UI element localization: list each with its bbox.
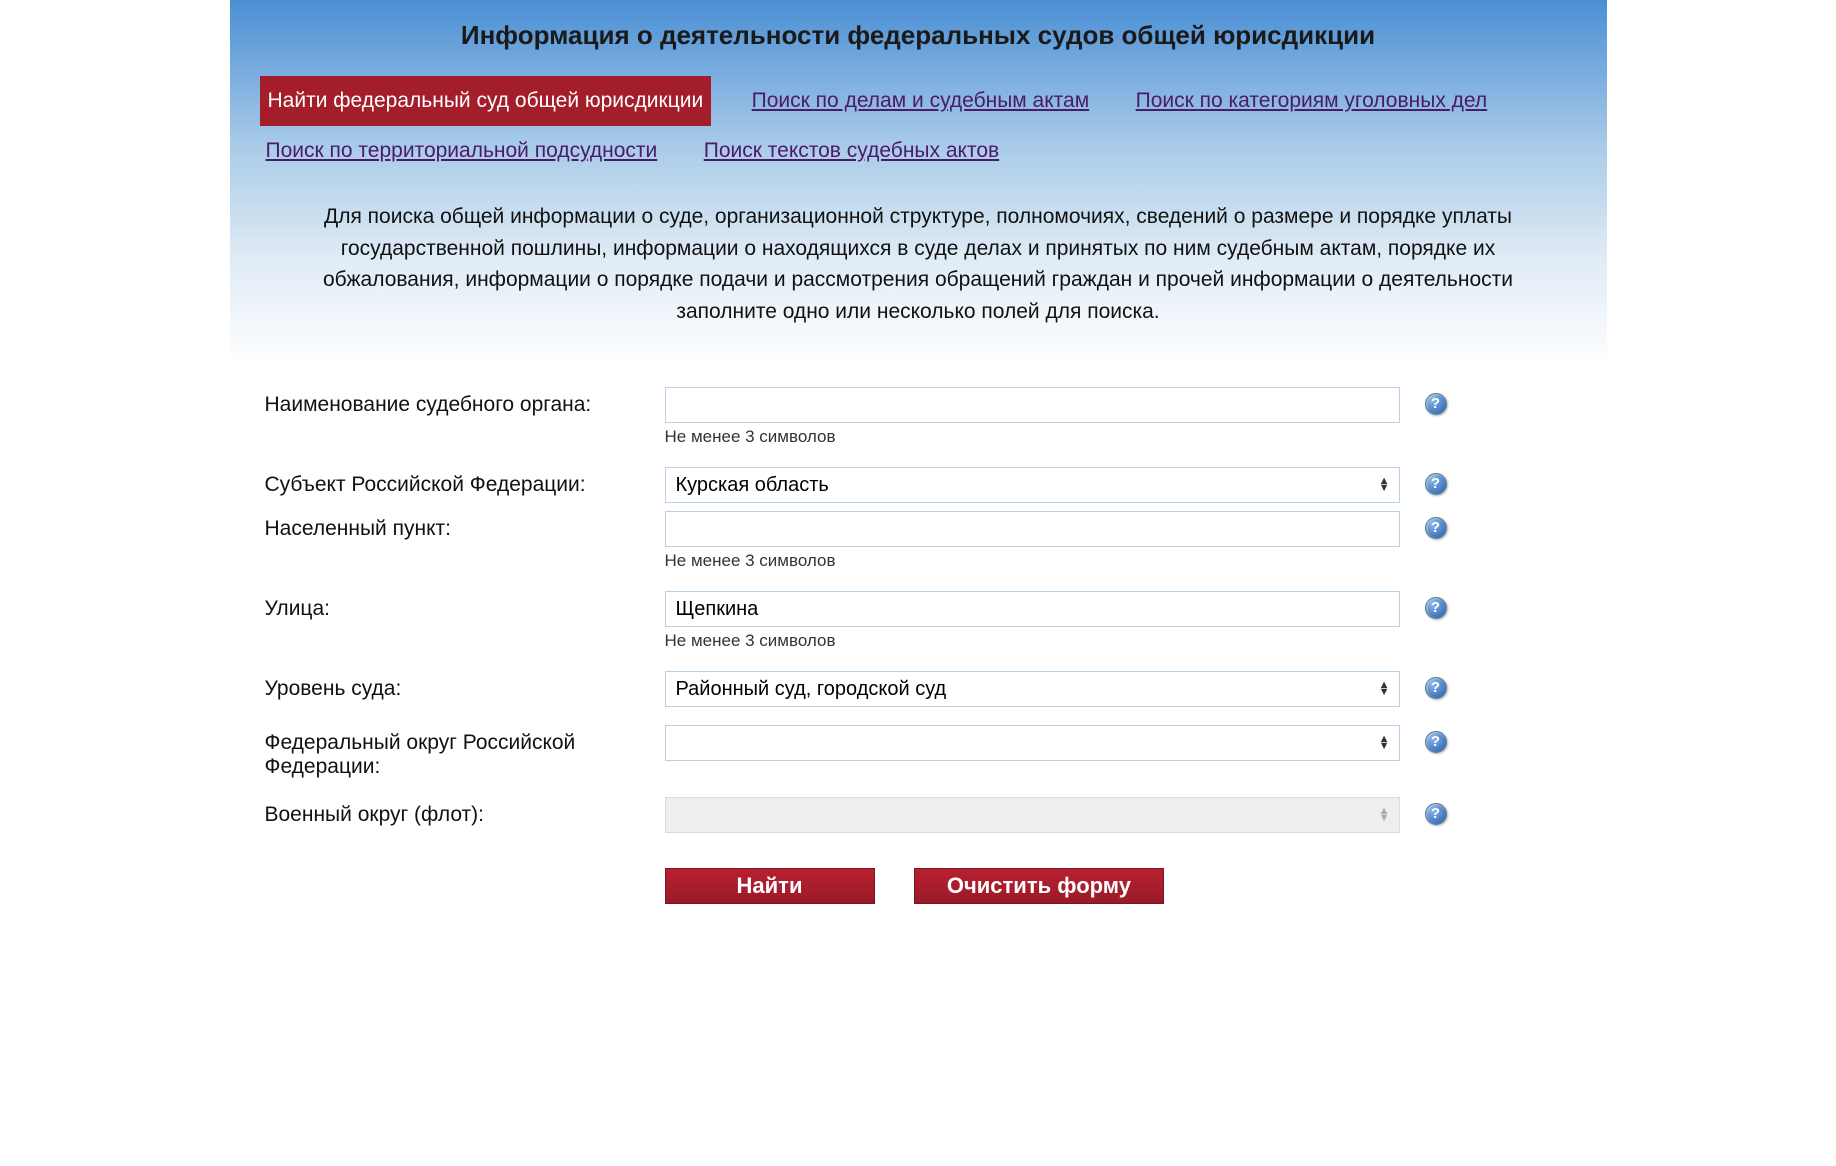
- select-military-district: [665, 797, 1400, 833]
- header-area: Информация о деятельности федеральных су…: [230, 0, 1607, 367]
- help-icon[interactable]: ?: [1425, 473, 1447, 495]
- search-button[interactable]: Найти: [665, 868, 875, 904]
- label-street: Улица:: [265, 591, 665, 621]
- select-subject[interactable]: Курская область: [665, 467, 1400, 503]
- hint-locality: Не менее 3 символов: [665, 551, 1572, 571]
- clear-button[interactable]: Очистить форму: [914, 868, 1164, 904]
- tab-search-cases[interactable]: Поиск по делам и судебным актам: [746, 76, 1096, 126]
- label-federal-district: Федеральный округ Российской Федерации:: [265, 725, 665, 779]
- row-subject: Субъект Российской Федерации: Курская об…: [265, 467, 1572, 503]
- tab-search-texts[interactable]: Поиск текстов судебных актов: [698, 126, 1005, 176]
- label-court-name: Наименование судебного органа:: [265, 387, 665, 417]
- row-federal-district: Федеральный округ Российской Федерации: …: [265, 725, 1572, 779]
- help-icon[interactable]: ?: [1425, 677, 1447, 699]
- hint-court-name: Не менее 3 символов: [665, 427, 1572, 447]
- label-military-district: Военный округ (флот):: [265, 797, 665, 827]
- button-row: Найти Очистить форму: [665, 868, 1572, 904]
- row-court-name: Наименование судебного органа: ?: [265, 387, 1572, 423]
- tab-search-criminal[interactable]: Поиск по категориям уголовных дел: [1130, 76, 1494, 126]
- input-street[interactable]: [665, 591, 1400, 627]
- help-icon[interactable]: ?: [1425, 393, 1447, 415]
- hint-street: Не менее 3 символов: [665, 631, 1572, 651]
- input-court-name[interactable]: [665, 387, 1400, 423]
- help-icon[interactable]: ?: [1425, 597, 1447, 619]
- help-icon[interactable]: ?: [1425, 731, 1447, 753]
- label-subject: Субъект Российской Федерации:: [265, 467, 665, 497]
- row-locality: Населенный пункт: ?: [265, 511, 1572, 547]
- help-icon[interactable]: ?: [1425, 517, 1447, 539]
- select-court-level[interactable]: Районный суд, городской суд: [665, 671, 1400, 707]
- page-container: Информация о деятельности федеральных су…: [230, 0, 1607, 944]
- row-street: Улица: ?: [265, 591, 1572, 627]
- label-locality: Населенный пункт:: [265, 511, 665, 541]
- select-federal-district[interactable]: [665, 725, 1400, 761]
- tab-find-court[interactable]: Найти федеральный суд общей юрисдикции: [260, 76, 712, 126]
- row-court-level: Уровень суда: Районный суд, городской су…: [265, 671, 1572, 707]
- search-form: Наименование судебного органа: ? Не мене…: [230, 367, 1607, 944]
- help-icon[interactable]: ?: [1425, 803, 1447, 825]
- page-title: Информация о деятельности федеральных су…: [230, 20, 1607, 51]
- input-locality[interactable]: [665, 511, 1400, 547]
- description-text: Для поиска общей информации о суде, орга…: [230, 176, 1607, 337]
- row-military-district: Военный округ (флот): ▲▼ ?: [265, 797, 1572, 833]
- label-court-level: Уровень суда:: [265, 671, 665, 701]
- tab-territorial[interactable]: Поиск по территориальной подсудности: [260, 126, 664, 176]
- tab-bar: Найти федеральный суд общей юрисдикции П…: [230, 76, 1607, 176]
